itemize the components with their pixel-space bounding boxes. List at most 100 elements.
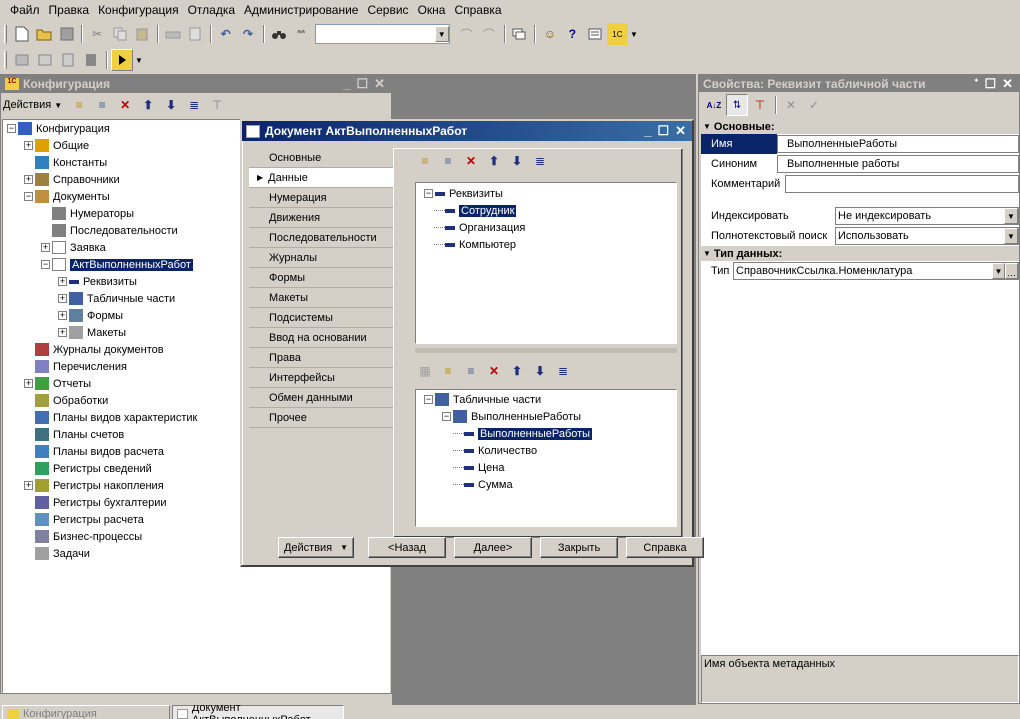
maximize-icon[interactable]: ☐ (356, 76, 368, 92)
tree-item[interactable]: Сумма (416, 476, 676, 493)
window-tab-config[interactable]: Конфигурация (2, 705, 170, 719)
delete-icon[interactable]: ✕ (114, 94, 136, 116)
filter-props-icon[interactable]: ⊤ (749, 94, 771, 116)
close-button[interactable]: Закрыть (540, 537, 618, 558)
chevron-down-icon[interactable]: ▼ (1004, 228, 1018, 244)
run-debug-icon[interactable] (111, 49, 133, 71)
tree-item[interactable]: Сотрудник (416, 202, 676, 219)
minimize-icon[interactable]: _ (644, 123, 651, 139)
menu-item-7[interactable]: Справка (450, 0, 506, 20)
help-icon[interactable]: ? (562, 23, 583, 45)
add-icon[interactable]: ≡ (437, 360, 459, 382)
chevron-down-icon[interactable]: ▼ (992, 263, 1005, 279)
add-table-icon[interactable]: ▦ (414, 360, 436, 382)
collapse-icon[interactable]: − (24, 192, 33, 201)
edit-icon[interactable]: ≡ (460, 360, 482, 382)
redo-icon[interactable]: ↷ (237, 23, 258, 45)
find-next-icon[interactable]: ᐢᐢ (290, 23, 311, 45)
menu-item-6[interactable]: Окна (414, 0, 451, 20)
print-icon[interactable] (162, 23, 183, 45)
menu-item-4[interactable]: Администрирование (240, 0, 363, 20)
move-down-icon[interactable]: ⬇ (506, 150, 528, 172)
move-up-icon[interactable]: ⬆ (483, 150, 505, 172)
collapse-icon[interactable]: − (41, 260, 50, 269)
section-type[interactable]: ▼ Тип данных: (701, 246, 1019, 261)
next-button[interactable]: Далее> (454, 537, 532, 558)
contents-icon[interactable] (584, 23, 605, 45)
collapse-icon[interactable]: − (424, 189, 433, 198)
menu-item-0[interactable]: Файл (6, 0, 45, 20)
back-button[interactable]: <Назад (368, 537, 446, 558)
move-up-icon[interactable]: ⬆ (506, 360, 528, 382)
sort-alpha-icon[interactable]: A↓Z (703, 94, 725, 116)
add-icon[interactable]: ≡ (68, 94, 90, 116)
tab-6[interactable]: Формы (249, 268, 393, 288)
tree-item[interactable]: ВыполненныеРаботы (416, 425, 676, 442)
syntax-helper-icon[interactable]: ☺ (539, 23, 560, 45)
tab-13[interactable]: Прочее (249, 408, 393, 428)
tab-5[interactable]: Журналы (249, 248, 393, 268)
expand-icon[interactable]: + (24, 175, 33, 184)
prop-index-select[interactable]: Не индексировать ▼ (835, 207, 1019, 225)
filter-icon[interactable]: ⊤ (206, 94, 228, 116)
edit-icon[interactable]: ≡ (91, 94, 113, 116)
collapse-icon[interactable]: − (7, 124, 16, 133)
chevron-down-icon[interactable]: ▼ (1004, 208, 1018, 224)
edit-icon[interactable]: ≡ (437, 150, 459, 172)
undo-icon[interactable]: ↶ (215, 23, 236, 45)
tab-0[interactable]: Основные (249, 148, 393, 168)
find-icon[interactable] (268, 23, 289, 45)
expand-icon[interactable]: + (58, 328, 67, 337)
sort-category-icon[interactable]: ⇅ (726, 94, 748, 116)
expand-icon[interactable]: + (58, 277, 67, 286)
toolbar-more-icon[interactable]: ▼ (629, 23, 639, 45)
cancel-icon[interactable]: ✕ (780, 94, 802, 116)
delete-icon[interactable]: ✕ (460, 150, 482, 172)
tab-11[interactable]: Интерфейсы (249, 368, 393, 388)
tree-item[interactable]: − Табличные части (416, 391, 676, 408)
tab-1[interactable]: ▶ Данные (249, 168, 395, 188)
menu-item-5[interactable]: Сервис (363, 0, 413, 20)
windows-icon[interactable] (509, 23, 530, 45)
apply-icon[interactable]: ✓ (803, 94, 825, 116)
expand-icon[interactable]: + (58, 311, 67, 320)
tab-4[interactable]: Последовательности (249, 228, 393, 248)
sort-icon[interactable]: ≣ (552, 360, 574, 382)
search-up-icon[interactable]: ⌒ (456, 23, 477, 45)
tree-item[interactable]: Компьютер (416, 236, 676, 253)
prop-synonym-value[interactable]: Выполненные работы (777, 155, 1019, 173)
pin-icon[interactable]: ᐩ (974, 76, 978, 92)
tab-8[interactable]: Подсистемы (249, 308, 393, 328)
help-button[interactable]: Справка (626, 537, 704, 558)
tab-2[interactable]: Нумерация (249, 188, 393, 208)
cut-icon[interactable]: ✂ (86, 23, 107, 45)
open-config-icon[interactable] (11, 49, 33, 71)
more-icon[interactable]: … (1005, 263, 1018, 279)
splitter[interactable] (415, 348, 677, 353)
expand-icon[interactable]: + (24, 481, 33, 490)
tab-10[interactable]: Права (249, 348, 393, 368)
save-icon[interactable] (56, 23, 77, 45)
delete-icon[interactable]: ✕ (483, 360, 505, 382)
db-icon[interactable] (80, 49, 102, 71)
new-icon[interactable] (11, 23, 32, 45)
tree-item[interactable]: − Реквизиты (416, 185, 676, 202)
prop-comment-value[interactable] (785, 175, 1019, 193)
window-tab-document[interactable]: Документ АктВыполненныхРабот (172, 705, 344, 719)
menu-item-2[interactable]: Конфигурация (94, 0, 184, 20)
chevron-down-icon[interactable]: ▼ (434, 26, 449, 42)
maximize-icon[interactable]: ☐ (984, 76, 996, 92)
prop-fts-select[interactable]: Использовать ▼ (835, 227, 1019, 245)
expand-icon[interactable]: + (41, 243, 50, 252)
paste-icon[interactable] (131, 23, 152, 45)
preview-icon[interactable] (184, 23, 205, 45)
expand-icon[interactable]: + (24, 379, 33, 388)
sort-icon[interactable]: ≣ (183, 94, 205, 116)
document-titlebar[interactable]: Документ АктВыполненныхРабот _ ☐ ✕ (242, 121, 692, 141)
section-main[interactable]: ▼ Основные: (701, 119, 1019, 134)
collapse-icon[interactable]: − (442, 412, 451, 421)
close-icon[interactable]: ✕ (675, 123, 686, 139)
open-icon[interactable] (33, 23, 54, 45)
tab-3[interactable]: Движения (249, 208, 393, 228)
expand-icon[interactable]: + (58, 294, 67, 303)
